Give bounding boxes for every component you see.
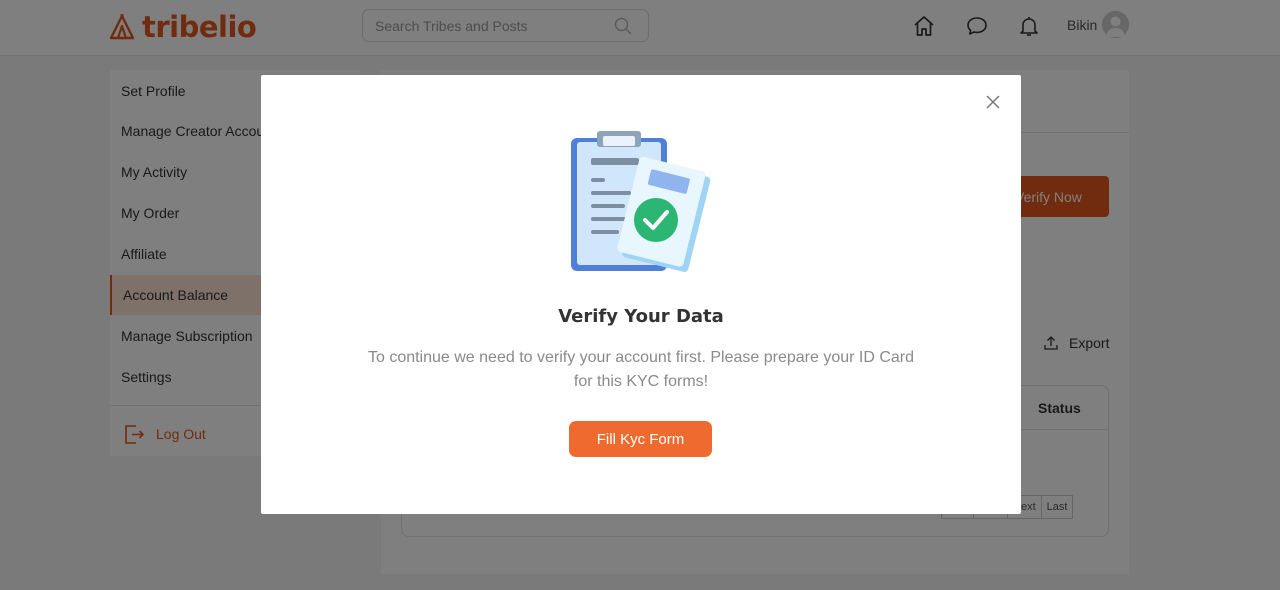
clipboard-check-illustration-icon bbox=[571, 131, 711, 272]
modal-title: Verify Your Data bbox=[558, 306, 724, 327]
close-icon[interactable] bbox=[983, 92, 1003, 112]
verify-modal: Verify Your Data To continue we need to … bbox=[261, 75, 1021, 514]
fill-kyc-form-button[interactable]: Fill Kyc Form bbox=[569, 421, 712, 457]
modal-message: To continue we need to verify your accou… bbox=[367, 349, 915, 390]
